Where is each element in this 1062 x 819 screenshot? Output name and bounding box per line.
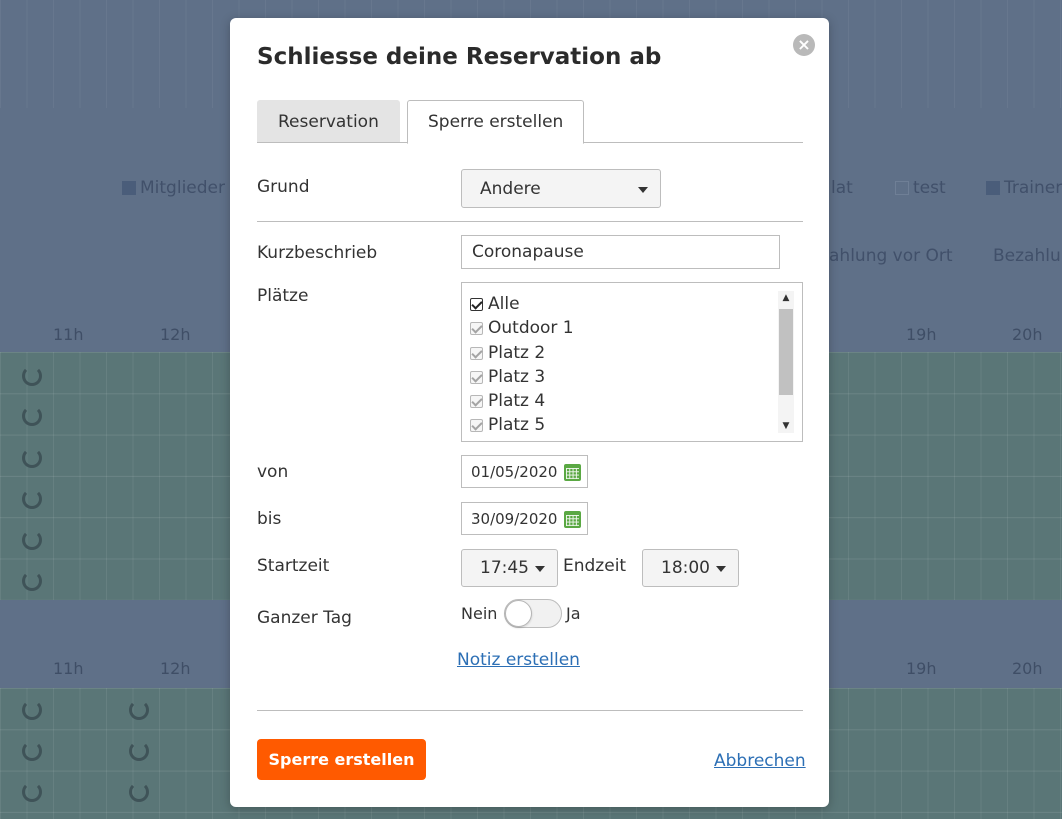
refresh-icon [129, 741, 149, 761]
listbox-scrollbar[interactable]: ▲ ▼ [778, 291, 794, 433]
refresh-icon [22, 406, 42, 426]
kurzbeschrieb-input[interactable]: Coronapause [461, 235, 780, 269]
option-label: Alle [488, 294, 520, 314]
tab-sperre-erstellen[interactable]: Sperre erstellen [407, 100, 585, 144]
payment-onsite-label: ahlung vor Ort [829, 246, 953, 266]
plaetze-option-alle[interactable]: Alle [470, 294, 520, 314]
von-date-value: 01/05/2020 [471, 463, 558, 481]
refresh-icon [22, 782, 42, 802]
checkbox[interactable] [470, 394, 483, 408]
modal-title: Schliesse deine Reservation ab [257, 44, 662, 70]
startzeit-select[interactable]: 17:45 [461, 549, 558, 587]
close-icon[interactable]: × [793, 34, 815, 56]
refresh-icon [22, 741, 42, 761]
checkbox[interactable] [470, 370, 483, 384]
hour-label: 11h [53, 659, 84, 678]
sperre-erstellen-button[interactable]: Sperre erstellen [257, 739, 426, 780]
bis-label: bis [257, 509, 282, 529]
hour-label: 11h [53, 325, 84, 344]
option-label: Platz 4 [488, 391, 546, 411]
chevron-down-icon [638, 186, 648, 193]
legend-color-swatch [986, 181, 1000, 195]
plaetze-option[interactable]: Platz 4 [470, 391, 545, 411]
legend-label: Mitglieder [140, 178, 225, 198]
checkbox[interactable] [470, 321, 483, 335]
toggle-knob [505, 600, 532, 627]
tab-reservation[interactable]: Reservation [257, 100, 400, 142]
refresh-icon [22, 571, 42, 591]
option-label: Platz 5 [488, 415, 546, 435]
plaetze-option[interactable]: Platz 3 [470, 367, 545, 387]
grund-label: Grund [257, 177, 310, 197]
scrollbar-thumb[interactable] [779, 309, 793, 395]
refresh-icon [22, 366, 42, 386]
legend-label: test [913, 178, 946, 198]
checkbox[interactable] [470, 346, 483, 360]
kurzbeschrieb-label: Kurzbeschrieb [257, 243, 378, 263]
ganzer-tag-toggle[interactable] [504, 599, 562, 628]
bis-date-input[interactable]: 30/09/2020 [461, 502, 588, 535]
hour-label: 20h [1012, 659, 1043, 678]
divider [257, 710, 803, 711]
divider [257, 221, 803, 222]
plaetze-listbox[interactable]: Alle Outdoor 1 Platz 2 Platz 3 Platz 4 P… [461, 282, 803, 442]
legend-color-swatch [895, 181, 909, 195]
endzeit-select[interactable]: 18:00 [642, 549, 739, 587]
option-label: Platz 3 [488, 367, 546, 387]
hour-label: 19h [906, 325, 937, 344]
ganzer-tag-label: Ganzer Tag [257, 608, 352, 628]
option-label: Platz 2 [488, 343, 546, 363]
refresh-icon [129, 700, 149, 720]
notiz-erstellen-link[interactable]: Notiz erstellen [457, 650, 580, 670]
von-date-input[interactable]: 01/05/2020 [461, 455, 588, 488]
startzeit-label: Startzeit [257, 556, 330, 576]
chevron-down-icon [716, 566, 726, 572]
legend-label: lat [831, 178, 853, 198]
legend-trainer: Trainer [986, 178, 1062, 198]
scroll-down-icon[interactable]: ▼ [778, 419, 794, 433]
legend-lat: lat [831, 178, 853, 198]
plaetze-label: Plätze [257, 286, 309, 306]
checkbox[interactable] [470, 418, 483, 432]
refresh-icon [22, 700, 42, 720]
startzeit-value: 17:45 [480, 558, 529, 578]
endzeit-label: Endzeit [563, 556, 627, 576]
bis-date-value: 30/09/2020 [471, 510, 558, 528]
refresh-icon [22, 489, 42, 509]
abbrechen-link[interactable]: Abbrechen [714, 751, 806, 771]
refresh-icon [22, 530, 42, 550]
legend-test: test [895, 178, 946, 198]
grund-selected-value: Andere [480, 178, 541, 199]
calendar-icon[interactable] [564, 464, 581, 481]
chevron-down-icon [535, 566, 545, 572]
legend-color-swatch [122, 181, 136, 195]
legend-mitglieder: Mitglieder [122, 178, 225, 198]
legend-label: Trainer [1004, 178, 1062, 198]
hour-label: 19h [906, 659, 937, 678]
plaetze-option[interactable]: Outdoor 1 [470, 318, 574, 338]
plaetze-option[interactable]: Platz 5 [470, 415, 545, 435]
hour-label: 20h [1012, 325, 1043, 344]
grund-select[interactable]: Andere [461, 169, 661, 208]
payment-online-label: Bezahlu [993, 246, 1061, 266]
toggle-off-label: Nein [461, 604, 498, 623]
reservation-modal: × Schliesse deine Reservation ab Reserva… [230, 18, 829, 807]
refresh-icon [22, 448, 42, 468]
toggle-on-label: Ja [566, 604, 581, 623]
hour-label: 12h [160, 325, 191, 344]
plaetze-option[interactable]: Platz 2 [470, 343, 545, 363]
endzeit-value: 18:00 [661, 558, 710, 578]
calendar-icon[interactable] [564, 511, 581, 528]
option-label: Outdoor 1 [488, 318, 574, 338]
hour-label: 12h [160, 659, 191, 678]
checkbox[interactable] [470, 297, 483, 311]
modal-tabs: Reservation Sperre erstellen [257, 100, 803, 144]
refresh-icon [129, 782, 149, 802]
scroll-up-icon[interactable]: ▲ [778, 291, 794, 305]
von-label: von [257, 462, 289, 482]
